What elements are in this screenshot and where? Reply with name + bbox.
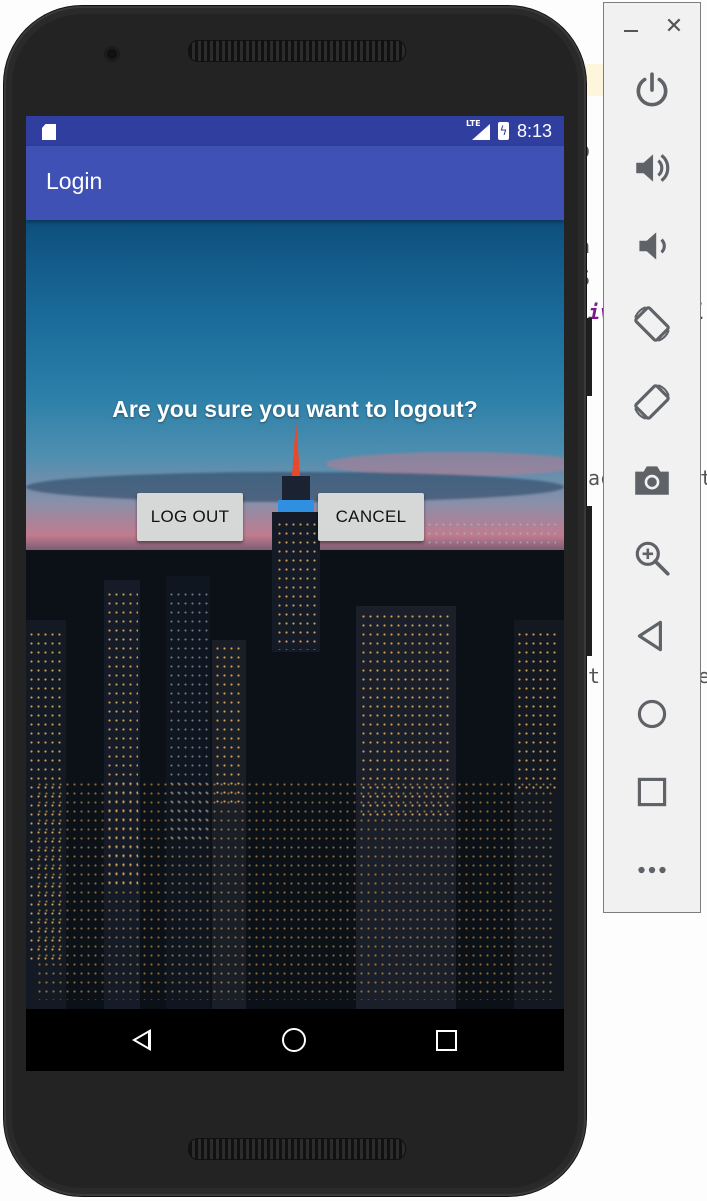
landmark-tower-lights	[278, 500, 314, 512]
overview-icon[interactable]	[627, 767, 677, 817]
navigation-bar	[26, 1009, 564, 1071]
side-power-button	[586, 318, 592, 396]
status-clock: 8:13	[516, 120, 552, 141]
phone-screen: LTE 8:13 Login Are you sure you	[26, 116, 564, 1071]
back-icon[interactable]	[627, 611, 677, 661]
emulator-toolbar: ✕	[603, 2, 701, 913]
front-camera	[104, 46, 120, 62]
ide-code-fragment: t	[700, 466, 707, 490]
app-bar: Login	[26, 146, 564, 220]
volume-down-icon[interactable]	[627, 221, 677, 271]
recents-icon[interactable]	[436, 1030, 457, 1051]
back-icon[interactable]	[132, 1029, 151, 1051]
close-icon[interactable]: ✕	[664, 16, 684, 38]
emulator-window-controls: ✕	[604, 3, 700, 53]
cancel-button[interactable]: CANCEL	[318, 493, 424, 541]
bottom-speaker	[188, 1138, 406, 1160]
status-bar: LTE 8:13	[26, 116, 564, 146]
screenshot-icon[interactable]	[627, 455, 677, 505]
power-icon[interactable]	[627, 65, 677, 115]
network-type-label: LTE	[465, 119, 481, 128]
side-volume-button	[586, 506, 592, 656]
landmark-spire	[292, 420, 300, 476]
earpiece-speaker	[188, 40, 406, 62]
logout-question: Are you sure you want to logout?	[112, 396, 478, 422]
city-background-image: Are you sure you want to logout? LOG OUT…	[26, 220, 564, 1009]
ide-code-fragment: t	[588, 664, 601, 688]
more-icon[interactable]	[627, 845, 677, 895]
app-title: Login	[46, 168, 103, 194]
volume-up-icon[interactable]	[627, 143, 677, 193]
zoom-icon[interactable]	[627, 533, 677, 583]
rotate-left-icon[interactable]	[627, 299, 677, 349]
signal-icon: LTE	[465, 119, 490, 140]
rotate-right-icon[interactable]	[627, 377, 677, 427]
home-icon[interactable]	[627, 689, 677, 739]
battery-charging-icon	[497, 122, 509, 140]
minimize-icon[interactable]	[624, 30, 638, 32]
home-icon[interactable]	[282, 1028, 306, 1052]
logout-button[interactable]: LOG OUT	[137, 493, 243, 541]
sd-card-icon	[42, 124, 56, 140]
